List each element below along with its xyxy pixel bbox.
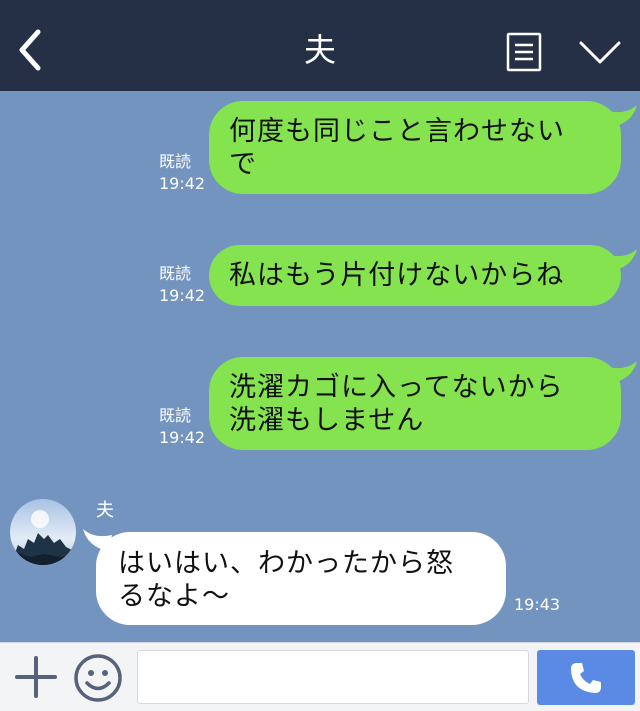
sender-name: 夫 <box>96 500 114 521</box>
read-receipt: 既読 <box>159 152 192 171</box>
chevron-down-icon <box>579 41 621 64</box>
message-list[interactable]: 何度も同じこと言わせない で 既読 19:42 私はもう片付けないからね 既読 … <box>0 91 640 642</box>
read-receipt: 既読 <box>159 406 192 425</box>
avatar-photo-icon <box>10 499 76 565</box>
message-line: 私はもう片付けないからね <box>229 260 565 291</box>
message-line: 洗濯もしません <box>229 405 425 436</box>
emoji-button[interactable] <box>73 653 123 703</box>
notes-button[interactable] <box>506 32 542 72</box>
collapse-button[interactable] <box>578 38 622 68</box>
message-meta: 既読 19:42 <box>159 151 205 195</box>
message-time: 19:42 <box>159 428 206 447</box>
message-line: るなよ〜 <box>118 581 230 612</box>
add-attachment-button[interactable] <box>14 655 58 699</box>
avatar[interactable] <box>10 499 76 565</box>
message-input[interactable] <box>137 650 529 704</box>
incoming-message[interactable]: はいはい、わかったから怒 るなよ〜 <box>96 532 506 625</box>
message-line: 洗濯カゴに入ってないから <box>229 372 564 403</box>
chat-header: 夫 <box>0 0 640 91</box>
read-receipt: 既読 <box>159 264 192 283</box>
composer-bar <box>0 642 640 711</box>
message-time: 19:43 <box>514 595 561 614</box>
back-button[interactable] <box>12 28 48 72</box>
message-time: 19:42 <box>159 174 206 193</box>
message-line: で <box>229 149 257 180</box>
message-line: 何度も同じこと言わせない <box>229 116 565 147</box>
message-meta: 既読 19:42 <box>159 405 205 449</box>
outgoing-message[interactable]: 私はもう片付けないからね <box>209 245 621 306</box>
message-line: はいはい、わかったから怒 <box>118 548 454 579</box>
outgoing-message[interactable]: 何度も同じこと言わせない で <box>209 101 621 194</box>
call-button[interactable] <box>537 650 635 705</box>
phone-icon <box>571 663 601 693</box>
chevron-left-icon <box>19 29 41 71</box>
outgoing-message[interactable]: 洗濯カゴに入ってないから 洗濯もしません <box>209 357 621 450</box>
message-meta: 既読 19:42 <box>159 263 205 307</box>
chat-title: 夫 <box>303 31 336 69</box>
message-time: 19:42 <box>159 286 206 305</box>
smiley-icon <box>74 654 122 702</box>
plus-icon <box>15 656 57 698</box>
notes-list-icon <box>506 32 542 72</box>
